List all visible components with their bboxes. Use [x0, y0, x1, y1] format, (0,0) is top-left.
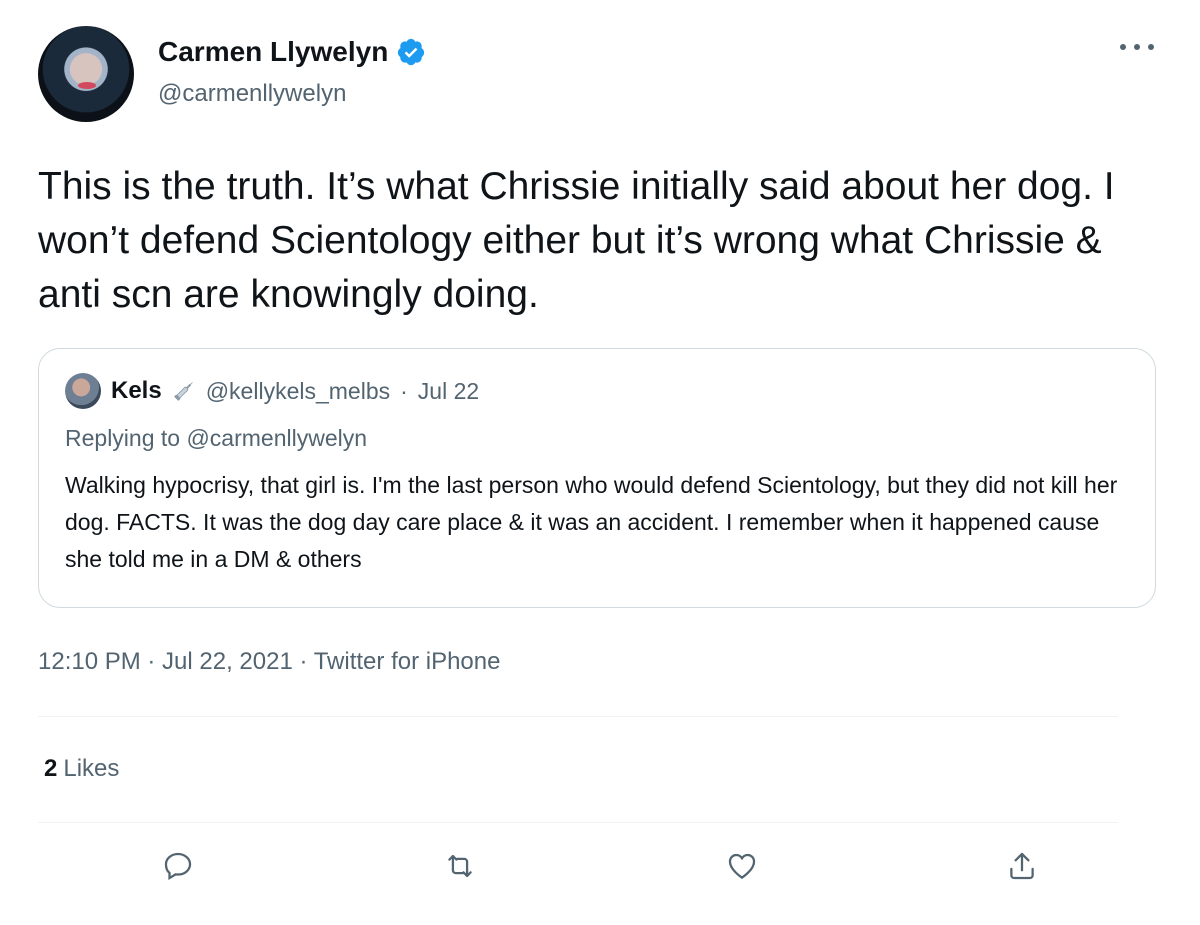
quoted-tweet[interactable]: Kels @kellykels_melbs · Jul 22 Replying …: [38, 348, 1156, 608]
quoted-tweet-header: Kels @kellykels_melbs · Jul 22: [65, 373, 479, 409]
action-bar: [0, 848, 1200, 892]
quoted-author-avatar[interactable]: [65, 373, 101, 409]
author-handle[interactable]: @carmenllywelyn: [158, 80, 346, 108]
more-options-icon[interactable]: [1120, 40, 1154, 54]
retweet-button[interactable]: [440, 848, 480, 888]
syringe-emoji-icon: [172, 379, 196, 403]
quoted-author-name[interactable]: Kels: [111, 377, 162, 405]
likes-count: 2: [44, 755, 58, 782]
divider: [38, 822, 1118, 823]
heart-icon: [725, 849, 759, 888]
avatar-detail: [78, 82, 96, 89]
like-button[interactable]: [722, 848, 762, 888]
quoted-tweet-text: Walking hypocrisy, that girl is. I'm the…: [65, 472, 1118, 572]
divider: [38, 716, 1118, 717]
author-display-name[interactable]: Carmen Llywelyn: [158, 36, 388, 68]
verified-badge-icon: [396, 37, 426, 67]
quoted-separator: ·: [400, 377, 408, 404]
likes-stat[interactable]: 2 Likes: [44, 755, 119, 783]
tweet-text: This is the truth. It’s what Chrissie in…: [38, 165, 1115, 316]
more-dot: [1120, 44, 1126, 50]
quoted-author-handle[interactable]: @kellykels_melbs: [206, 378, 390, 405]
author-avatar[interactable]: [38, 26, 134, 122]
quoted-date[interactable]: Jul 22: [418, 378, 479, 405]
reply-button[interactable]: [158, 848, 198, 888]
share-button[interactable]: [1002, 848, 1042, 888]
share-icon: [1005, 849, 1039, 888]
tweet-timestamp[interactable]: 12:10 PM · Jul 22, 2021 · Twitter for iP…: [38, 648, 500, 676]
more-dot: [1148, 44, 1154, 50]
author-name-row: Carmen Llywelyn: [158, 36, 426, 68]
reply-icon: [161, 849, 195, 888]
replying-to-label: Replying to @carmenllywelyn: [65, 425, 368, 451]
retweet-icon: [443, 849, 477, 888]
likes-label: Likes: [63, 755, 120, 782]
more-dot: [1134, 44, 1140, 50]
tweet-card: Carmen Llywelyn @carmenllywelyn This is …: [0, 0, 1200, 925]
